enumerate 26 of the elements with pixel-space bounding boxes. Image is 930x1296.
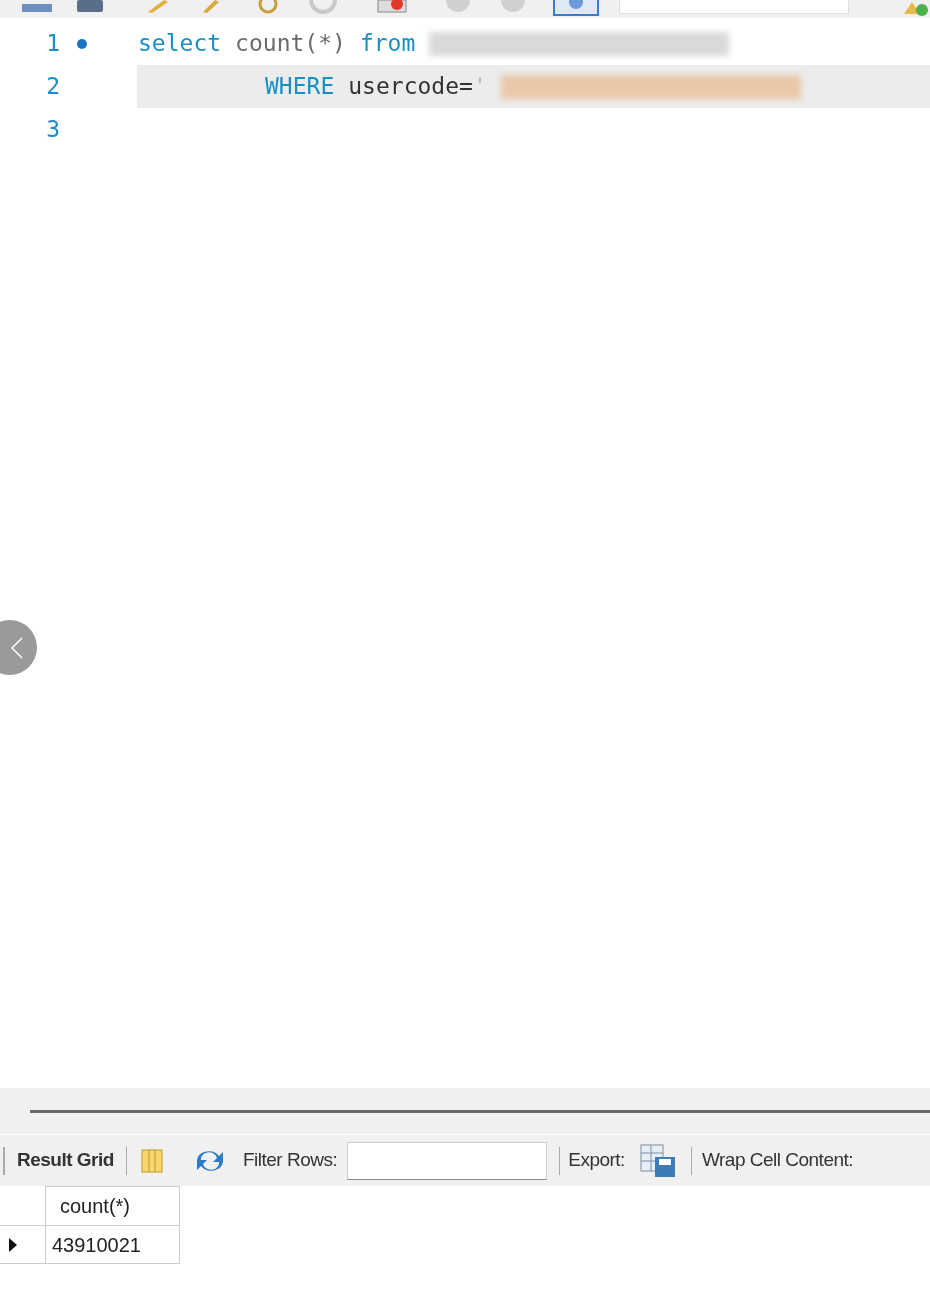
code-editor[interactable]: 1 select count(*) from 2 WHERE usercode=' 3 bbox=[0, 18, 930, 1088]
line-number: 2 bbox=[46, 72, 60, 102]
stop-icon[interactable] bbox=[375, 0, 409, 14]
code-token: ' bbox=[472, 72, 487, 102]
column-header[interactable]: count(*) bbox=[46, 1186, 180, 1226]
row-header-corner bbox=[0, 1186, 46, 1226]
filter-field[interactable] bbox=[347, 1141, 548, 1180]
code-token: count(*) bbox=[235, 29, 346, 59]
export-icon[interactable] bbox=[638, 1142, 677, 1179]
line-number: 1 bbox=[46, 29, 60, 59]
filter-label: Filter Rows: bbox=[242, 1148, 338, 1173]
table-cell: 43910021 bbox=[46, 1226, 180, 1264]
columns-icon[interactable] bbox=[138, 1147, 165, 1174]
export-label: Export: bbox=[568, 1148, 625, 1173]
toggle-button[interactable] bbox=[553, 0, 599, 16]
code-token: from bbox=[359, 29, 416, 59]
code-token: WHERE bbox=[265, 72, 335, 102]
current-row-icon bbox=[8, 1236, 18, 1253]
wrap-label: Wrap Cell Content: bbox=[701, 1148, 854, 1173]
code-token: select bbox=[138, 29, 222, 59]
result-grid-tab[interactable]: Result Grid bbox=[17, 1146, 114, 1175]
chevron-left-icon bbox=[10, 636, 23, 659]
splitter-bar[interactable] bbox=[0, 1088, 930, 1134]
row-header[interactable] bbox=[0, 1226, 46, 1264]
line-number: 3 bbox=[46, 115, 60, 145]
code-token: usercode= bbox=[348, 72, 473, 102]
